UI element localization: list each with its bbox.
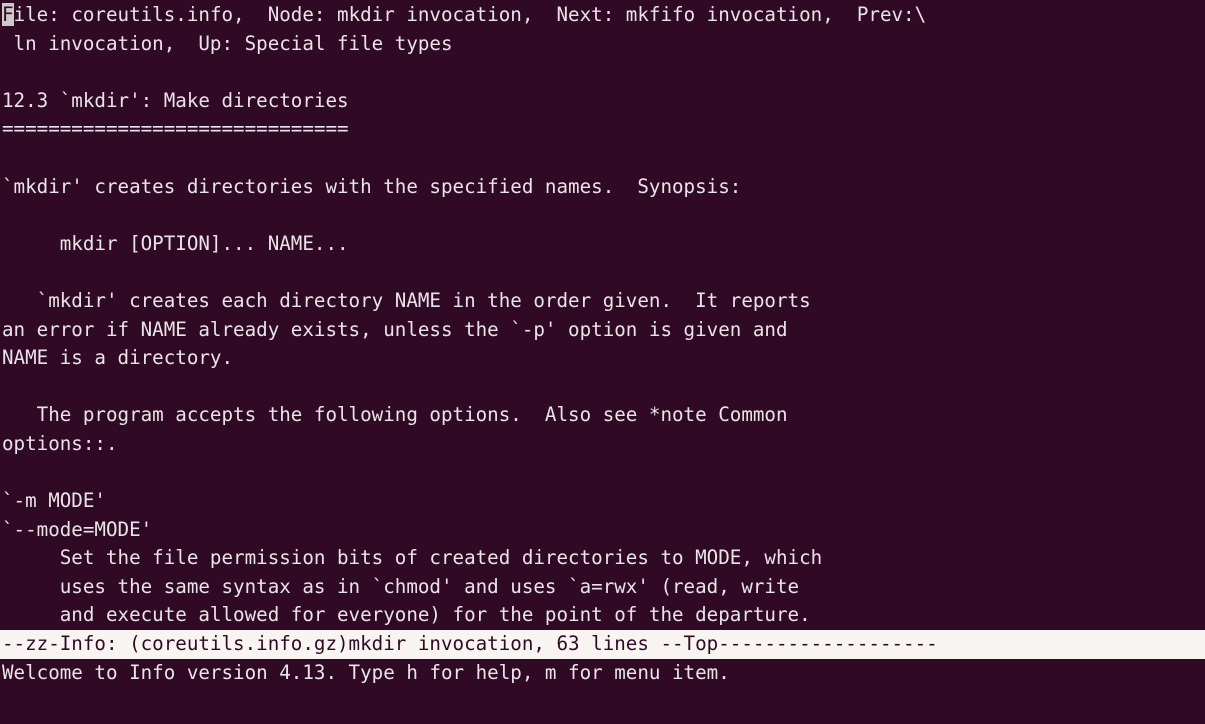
info-header-line-1: File: coreutils.info, Node: mkdir invoca… — [0, 1, 1205, 30]
content-line-5 — [0, 201, 1205, 230]
section-heading: 12.3 `mkdir': Make directories — [2, 88, 349, 112]
option-short-mode: `-m MODE' — [2, 489, 106, 513]
description-line-2: an error if NAME already exists, unless … — [2, 317, 788, 341]
description-line-1: `mkdir' creates each directory NAME in t… — [2, 288, 811, 312]
content-line-14 — [0, 459, 1205, 488]
option-desc-line-3: and execute allowed for everyone) for th… — [2, 603, 811, 627]
content-line-11 — [0, 373, 1205, 402]
options-intro-line-1: The program accepts the following option… — [2, 403, 788, 427]
synopsis-line: mkdir [OPTION]... NAME... — [2, 231, 349, 255]
content-line-7 — [0, 258, 1205, 287]
content-line-3 — [0, 144, 1205, 173]
text-cursor[interactable]: F — [2, 3, 14, 26]
info-header-line-2: ln invocation, Up: Special file types — [2, 31, 453, 55]
option-desc-line-2: uses the same syntax as in `chmod' and u… — [2, 574, 800, 598]
option-desc-line-1: Set the file permission bits of created … — [2, 546, 823, 570]
info-mode-line: --zz-Info: (coreutils.info.gz)mkdir invo… — [0, 630, 1205, 659]
intro-paragraph-line: `mkdir' creates directories with the spe… — [2, 174, 742, 198]
terminal-window[interactable]: File: coreutils.info, Node: mkdir invoca… — [0, 0, 1205, 724]
info-header-line-1-text: ile: coreutils.info, Node: mkdir invocat… — [13, 3, 927, 26]
section-heading-underline: ============================== — [2, 117, 349, 141]
info-echo-area-message: Welcome to Info version 4.13. Type h for… — [2, 660, 730, 684]
description-line-3: NAME is a directory. — [2, 346, 234, 370]
info-screen: File: coreutils.info, Node: mkdir invoca… — [0, 0, 1205, 687]
option-long-mode: `--mode=MODE' — [2, 517, 153, 541]
content-line-0 — [0, 58, 1205, 87]
options-intro-line-2: options::. — [2, 431, 118, 455]
